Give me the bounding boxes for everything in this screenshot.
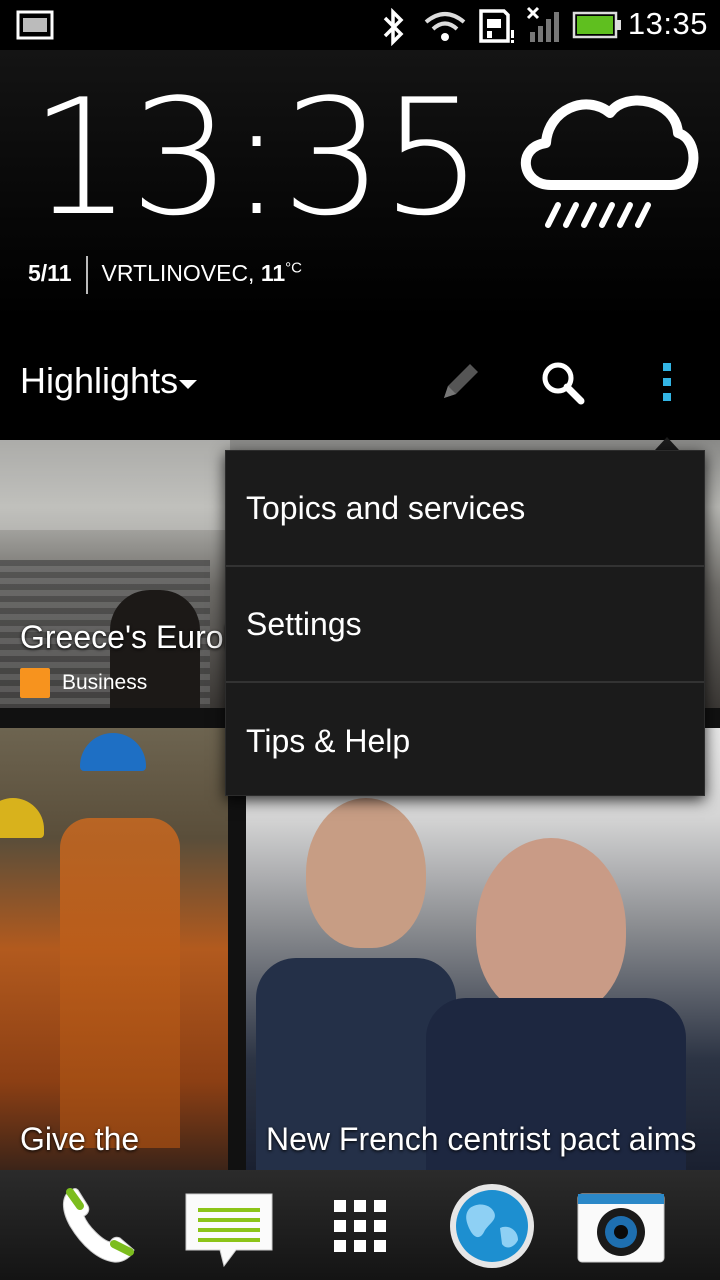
- news-tile[interactable]: Give the: [0, 728, 228, 1170]
- menu-pointer: [655, 437, 679, 450]
- news-source-label: Business: [62, 671, 148, 694]
- divider: [85, 256, 88, 294]
- sim-card-icon: [479, 9, 514, 43]
- screenshot-icon: [16, 10, 54, 40]
- messages-icon[interactable]: [184, 1192, 276, 1270]
- business-source-icon: [20, 668, 50, 698]
- rain-cloud-icon: [521, 95, 699, 228]
- all-apps-icon[interactable]: [334, 1200, 386, 1252]
- photo-detail: [0, 440, 230, 530]
- wifi-icon: [424, 12, 466, 41]
- news-source: Business: [20, 668, 147, 698]
- widget-date: 5/11: [28, 260, 72, 287]
- highlights-dropdown[interactable]: Highlights: [20, 360, 178, 402]
- photo-detail: [0, 798, 44, 838]
- battery-icon: [572, 11, 621, 39]
- photo-detail: [80, 733, 146, 771]
- widget-location: VRTLINOVEC,: [101, 260, 255, 287]
- clock-weather-widget[interactable]: 13:35 5/11 VRTLINOVEC, 11°C: [0, 50, 720, 320]
- news-headline: Give the: [20, 1121, 140, 1157]
- status-bar: 13:35: [0, 0, 720, 50]
- signal-icon: [526, 6, 559, 42]
- menu-item-topics-and-services[interactable]: Topics and services: [226, 451, 704, 567]
- edit-pencil-icon[interactable]: [438, 360, 480, 404]
- photo-detail: [476, 838, 626, 1018]
- menu-item-settings[interactable]: Settings: [226, 567, 704, 683]
- bluetooth-icon: [383, 8, 404, 46]
- launcher-dock: [0, 1170, 720, 1280]
- photo-detail: [306, 798, 426, 948]
- news-headline: Greece's Eurob: [20, 619, 242, 655]
- news-headline: New French centrist pact aims: [266, 1121, 697, 1157]
- photo-detail: [60, 818, 180, 1148]
- overflow-menu-icon[interactable]: [660, 362, 674, 402]
- camera-icon[interactable]: [576, 1192, 666, 1264]
- dropdown-arrow-icon[interactable]: [179, 380, 197, 389]
- overflow-menu: Topics and services Settings Tips & Help: [225, 450, 705, 796]
- widget-clock: 13:35: [30, 64, 483, 251]
- widget-date-location: 5/11 VRTLINOVEC, 11°C: [28, 256, 302, 294]
- menu-item-tips-help[interactable]: Tips & Help: [226, 683, 704, 799]
- browser-globe-icon[interactable]: [448, 1182, 536, 1270]
- phone-icon[interactable]: [54, 1182, 140, 1268]
- status-clock: 13:35: [627, 6, 708, 41]
- widget-temperature-unit: °C: [285, 259, 303, 277]
- action-bar: Highlights: [0, 330, 720, 438]
- widget-temperature: 11: [260, 260, 286, 287]
- search-icon[interactable]: [540, 360, 586, 406]
